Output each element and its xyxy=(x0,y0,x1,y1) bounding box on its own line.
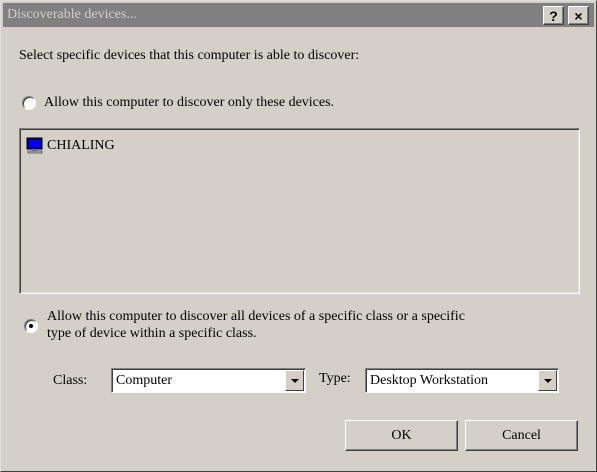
cancel-button-label: Cancel xyxy=(502,427,541,443)
type-select-value: Desktop Workstation xyxy=(370,372,488,388)
ok-button[interactable]: OK xyxy=(345,420,458,451)
radio-only-these-devices-label: Allow this computer to discover only the… xyxy=(44,95,335,110)
discoverable-devices-dialog: Discoverable devices... ? × Select speci… xyxy=(0,0,597,472)
computer-icon xyxy=(26,137,43,154)
close-icon: × xyxy=(574,7,583,24)
class-select[interactable]: Computer xyxy=(111,368,306,393)
help-icon: ? xyxy=(549,7,558,24)
radio-specific-class-label-line1: Allow this computer to discover all devi… xyxy=(47,309,465,324)
device-name: CHIALING xyxy=(47,137,115,153)
device-listbox[interactable]: CHIALING xyxy=(19,128,580,294)
close-button[interactable]: × xyxy=(568,6,589,25)
type-label: Type: xyxy=(319,371,351,386)
radio-only-these-devices[interactable] xyxy=(22,96,36,110)
radio-specific-class-label: Allow this computer to discover all devi… xyxy=(47,308,465,342)
ok-button-label: OK xyxy=(391,427,412,443)
chevron-down-icon xyxy=(543,378,552,383)
class-dropdown-button[interactable] xyxy=(285,370,304,391)
title-bar: Discoverable devices... ? × xyxy=(3,3,594,27)
radio-specific-class[interactable] xyxy=(24,319,38,333)
class-select-value: Computer xyxy=(116,372,172,388)
window-title: Discoverable devices... xyxy=(7,7,137,22)
chevron-down-icon xyxy=(290,378,299,383)
type-select[interactable]: Desktop Workstation xyxy=(365,368,559,393)
cancel-button[interactable]: Cancel xyxy=(465,420,578,451)
radio-selected-dot xyxy=(29,324,33,328)
type-dropdown-button[interactable] xyxy=(538,370,557,391)
help-button[interactable]: ? xyxy=(543,6,564,25)
radio-specific-class-label-line2: type of device within a specific class. xyxy=(47,326,257,341)
class-label: Class: xyxy=(53,373,88,388)
list-item[interactable]: CHIALING xyxy=(26,137,115,154)
instruction-text: Select specific devices that this comput… xyxy=(19,48,360,63)
